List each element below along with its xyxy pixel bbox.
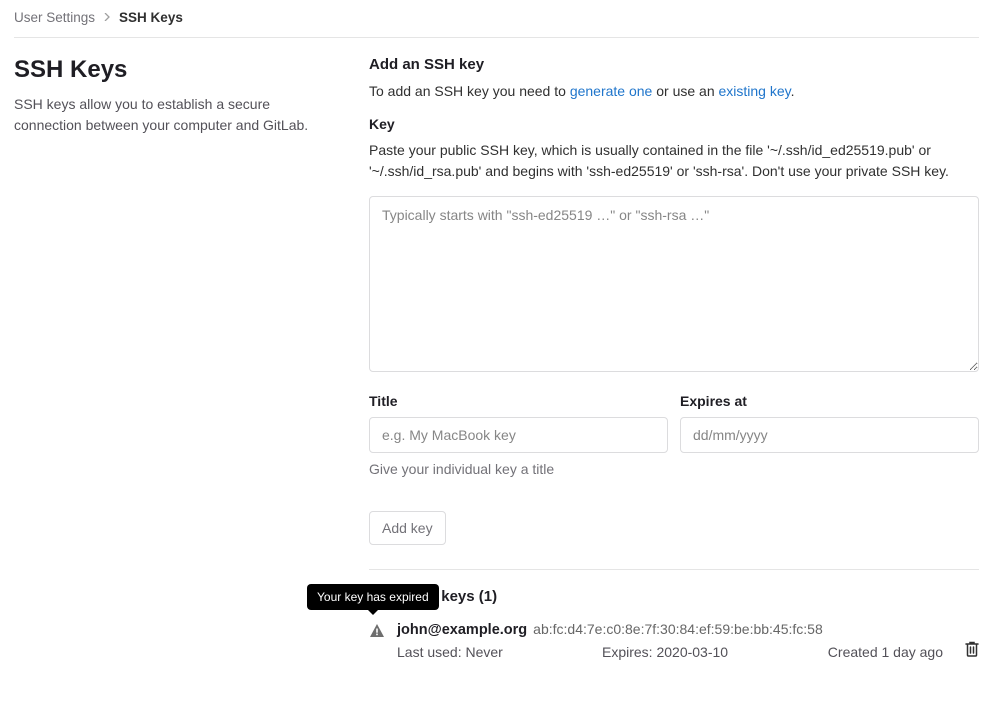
your-keys-heading: Your key has expired Your SSH keys (1) bbox=[369, 588, 979, 605]
expires-input[interactable] bbox=[680, 417, 979, 453]
breadcrumb: User Settings SSH Keys bbox=[14, 10, 979, 38]
add-key-intro: To add an SSH key you need to generate o… bbox=[369, 81, 979, 102]
key-created: Created 1 day ago bbox=[828, 644, 943, 660]
existing-key-link[interactable]: existing key bbox=[719, 83, 791, 99]
trash-icon bbox=[965, 644, 979, 660]
key-expires: Expires: 2020-03-10 bbox=[602, 644, 818, 660]
breadcrumb-current: SSH Keys bbox=[119, 10, 183, 25]
ssh-key-textarea[interactable] bbox=[369, 196, 979, 372]
title-label: Title bbox=[369, 393, 668, 409]
add-key-button[interactable]: Add key bbox=[369, 511, 446, 545]
section-separator bbox=[369, 569, 979, 570]
chevron-right-icon bbox=[103, 12, 111, 24]
expired-tooltip: Your key has expired bbox=[307, 584, 439, 610]
delete-key-button[interactable] bbox=[965, 641, 979, 660]
key-fingerprint: ab:fc:d4:7e:c0:8e:7f:30:84:ef:59:be:bb:4… bbox=[533, 621, 823, 637]
intro-mid: or use an bbox=[652, 83, 718, 99]
warning-icon bbox=[369, 623, 385, 642]
breadcrumb-parent[interactable]: User Settings bbox=[14, 10, 95, 25]
title-hint: Give your individual key a title bbox=[369, 461, 979, 477]
title-input[interactable] bbox=[369, 417, 668, 453]
key-label: Key bbox=[369, 116, 979, 132]
add-key-heading: Add an SSH key bbox=[369, 56, 979, 73]
key-description: Paste your public SSH key, which is usua… bbox=[369, 140, 979, 182]
intro-suffix: . bbox=[791, 83, 795, 99]
intro-prefix: To add an SSH key you need to bbox=[369, 83, 570, 99]
generate-key-link[interactable]: generate one bbox=[570, 83, 653, 99]
expires-label: Expires at bbox=[680, 393, 979, 409]
ssh-key-item: john@example.org ab:fc:d4:7e:c0:8e:7f:30… bbox=[369, 621, 979, 660]
key-last-used: Last used: Never bbox=[397, 644, 592, 660]
page-title: SSH Keys bbox=[14, 56, 329, 84]
page-description: SSH keys allow you to establish a secure… bbox=[14, 94, 329, 136]
key-title[interactable]: john@example.org bbox=[397, 622, 527, 638]
